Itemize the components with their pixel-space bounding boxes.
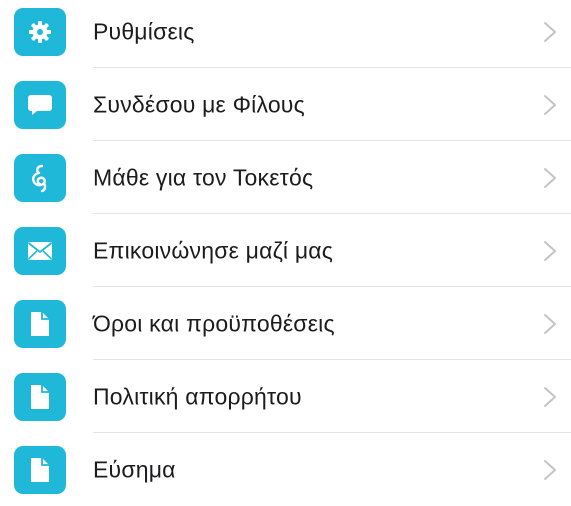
- menu-item-learn-birth[interactable]: Μάθε για τον Τοκετός: [0, 141, 571, 214]
- pregnancy-icon: [14, 153, 66, 202]
- chevron-right-icon: [544, 240, 556, 261]
- menu-item-credits[interactable]: Εύσημα: [0, 433, 571, 506]
- document-icon: [14, 445, 66, 494]
- menu-item-terms[interactable]: Όροι και προϋποθέσεις: [0, 287, 571, 360]
- menu-item-contact-us[interactable]: Επικοινώνησε μαζί μας: [0, 214, 571, 287]
- menu-item-label: Επικοινώνησε μαζί μας: [93, 237, 334, 263]
- chevron-right-icon: [544, 313, 556, 334]
- chevron-right-icon: [544, 94, 556, 115]
- document-icon: [14, 299, 66, 348]
- chevron-right-icon: [544, 167, 556, 188]
- menu-item-connect-friends[interactable]: Συνδέσου με Φίλους: [0, 68, 571, 141]
- menu-item-label: Συνδέσου με Φίλους: [93, 91, 305, 117]
- chevron-right-icon: [544, 386, 556, 407]
- gear-icon: [14, 7, 66, 56]
- settings-menu-list: Ρυθμίσεις Συνδέσου με Φίλους Μάθε για το…: [0, 0, 571, 506]
- menu-item-settings[interactable]: Ρυθμίσεις: [0, 0, 571, 68]
- menu-item-label: Ρυθμίσεις: [93, 18, 195, 44]
- menu-item-label: Μάθε για τον Τοκετός: [93, 164, 314, 190]
- envelope-icon: [14, 226, 66, 275]
- chat-bubble-icon: [14, 80, 66, 129]
- menu-item-label: Εύσημα: [93, 456, 176, 482]
- menu-item-label: Πολιτική απορρήτου: [93, 383, 302, 409]
- chevron-right-icon: [544, 459, 556, 480]
- chevron-right-icon: [544, 21, 556, 42]
- document-icon: [14, 372, 66, 421]
- menu-item-privacy-policy[interactable]: Πολιτική απορρήτου: [0, 360, 571, 433]
- menu-item-label: Όροι και προϋποθέσεις: [93, 310, 335, 336]
